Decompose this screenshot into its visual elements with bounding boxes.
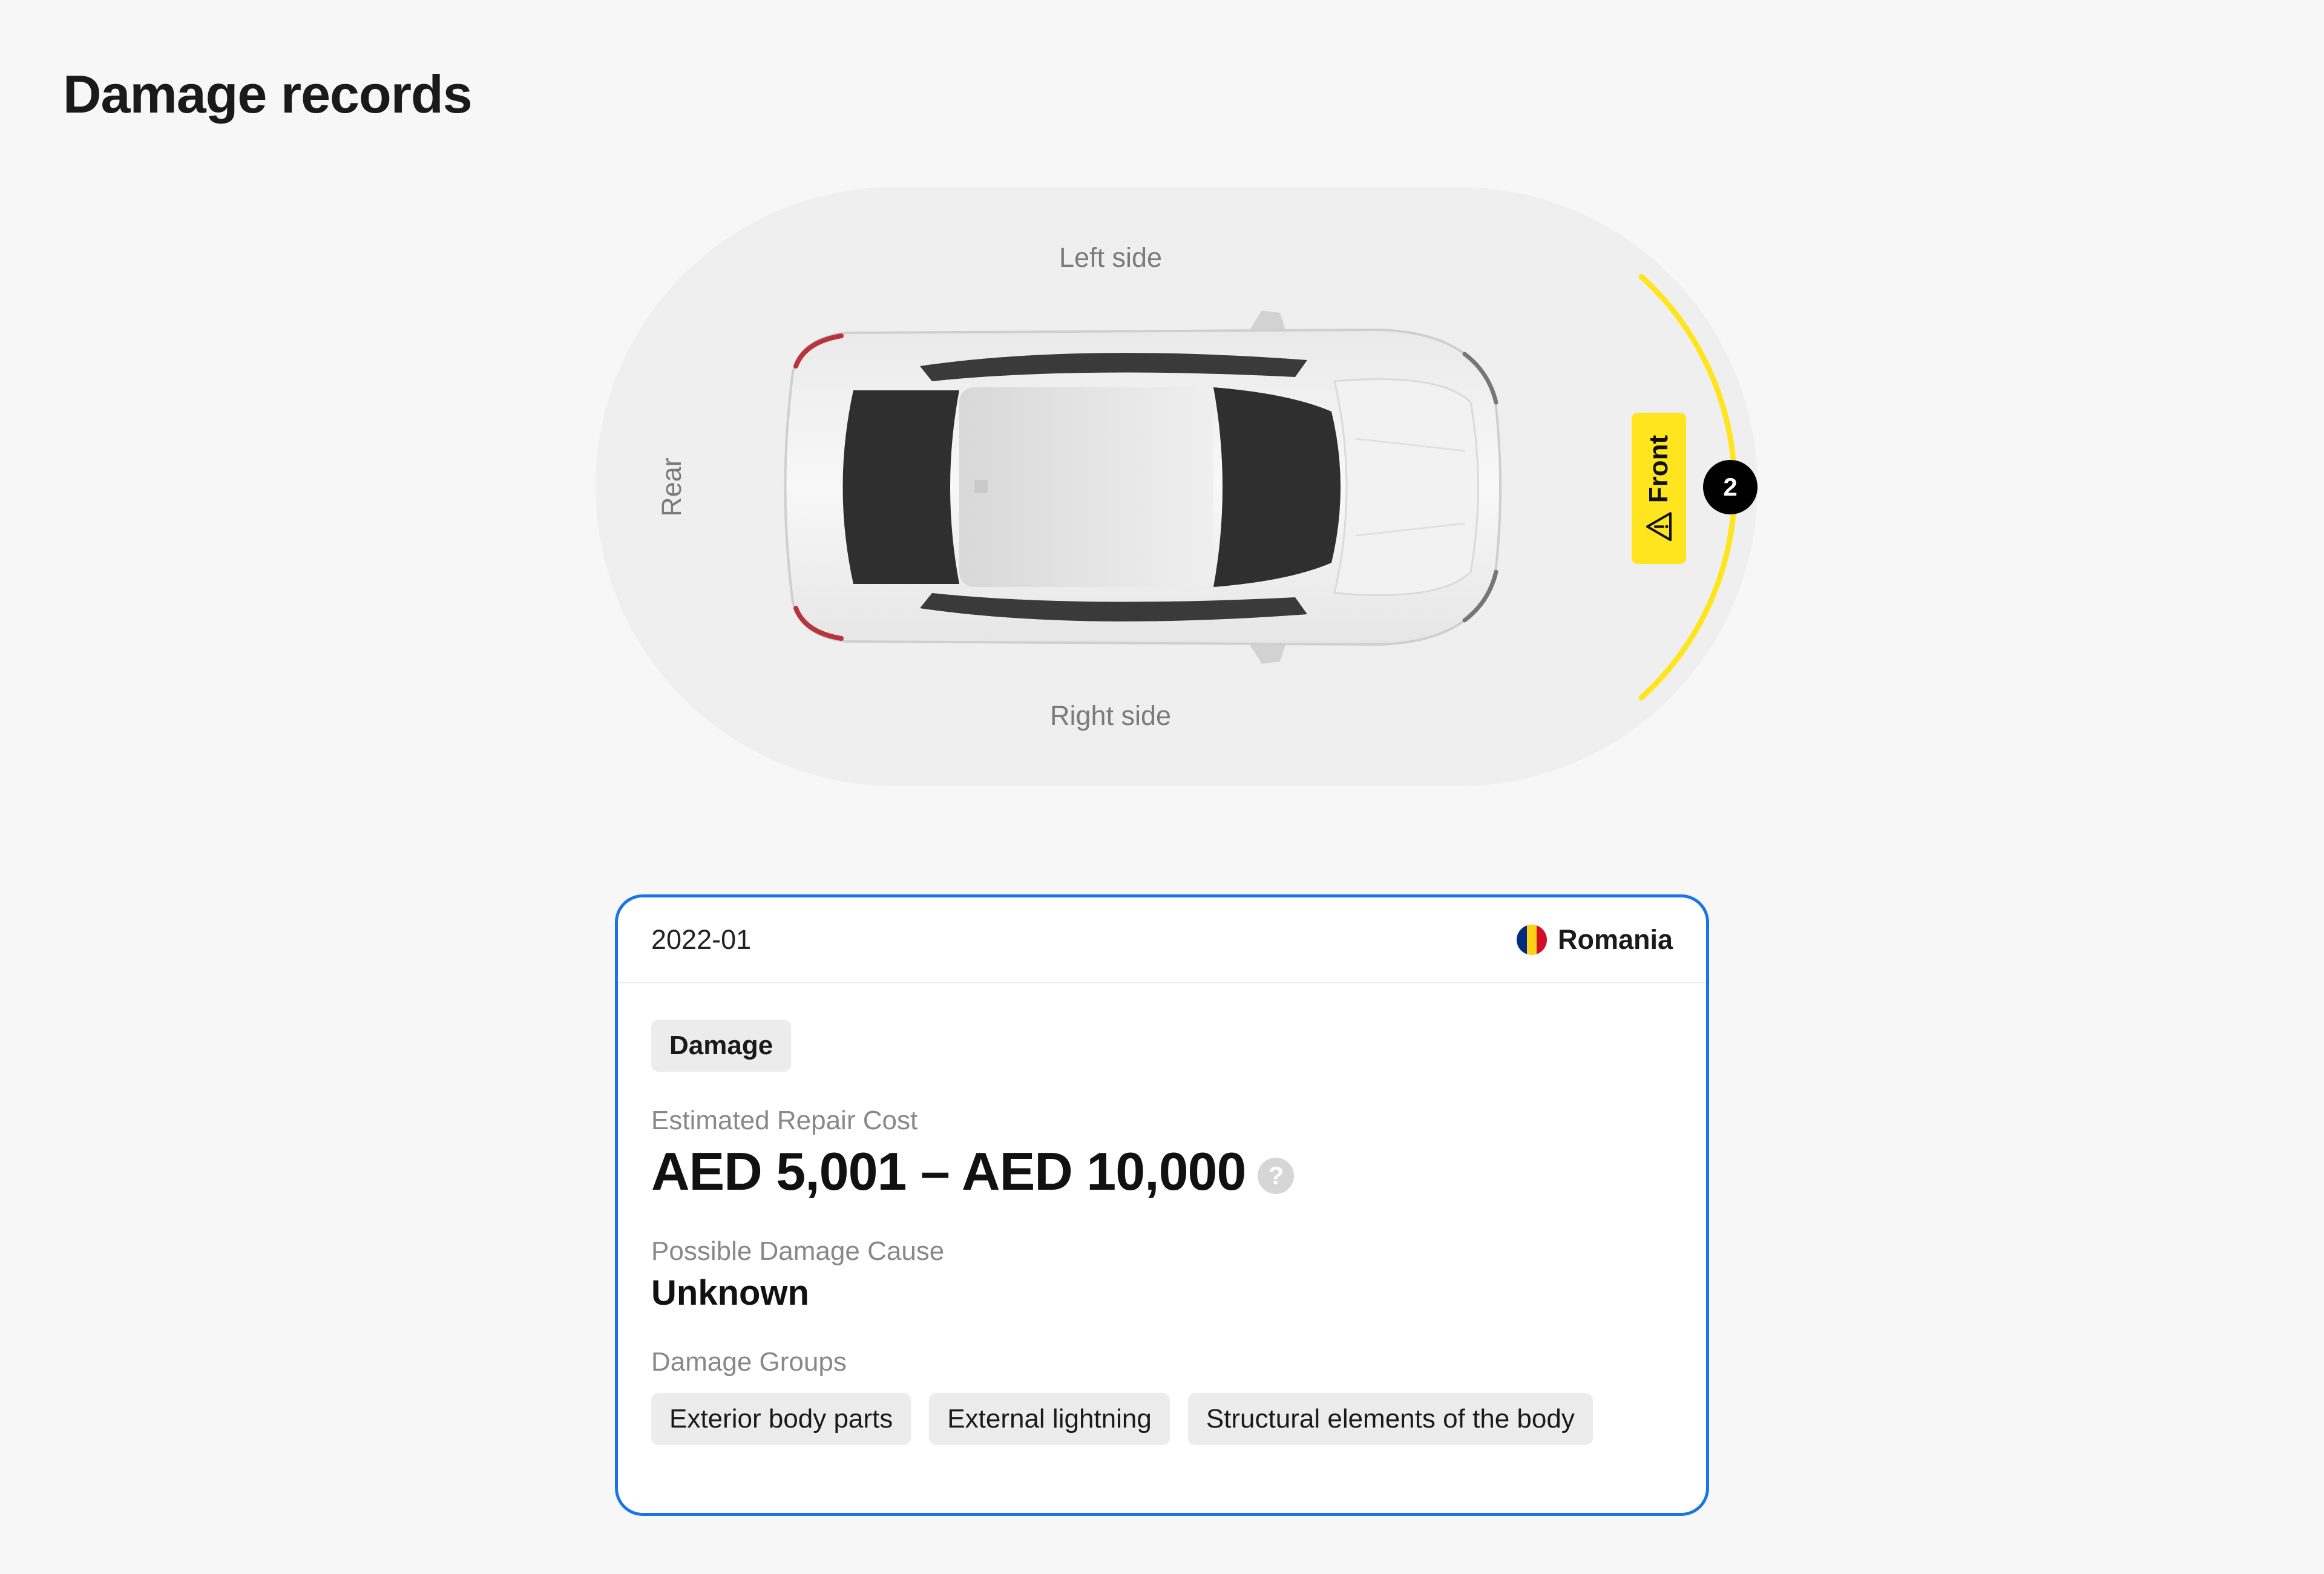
record-header: 2022-01 Romania: [618, 897, 1706, 983]
record-country: Romania: [1516, 924, 1673, 956]
country-name: Romania: [1557, 924, 1673, 955]
damage-cause-label: Possible Damage Cause: [651, 1236, 945, 1266]
repair-cost-label: Estimated Repair Cost: [651, 1106, 918, 1135]
damage-records-page: Damage records Left side Right side Rear…: [0, 0, 2324, 1574]
hood: [1333, 378, 1479, 596]
record-type-badge: Damage: [651, 1020, 792, 1072]
repair-cost-row: AED 5,001 – AED 10,000 ?: [651, 1141, 1673, 1202]
damage-groups-label: Damage Groups: [651, 1347, 847, 1377]
damage-groups-list: Exterior body parts External lightning S…: [651, 1393, 1673, 1445]
damage-group-chip: Exterior body parts: [651, 1393, 911, 1445]
record-date: 2022-01: [651, 924, 752, 955]
windshield: [1213, 387, 1341, 587]
romania-flag-icon: [1516, 925, 1547, 955]
rear-window: [842, 390, 959, 584]
help-icon[interactable]: ?: [1258, 1158, 1295, 1194]
car-top-view: [784, 310, 1502, 664]
page-title: Damage records: [63, 64, 473, 124]
front-zone-label: Front: [1644, 434, 1673, 503]
damage-group-chip: Structural elements of the body: [1187, 1393, 1593, 1445]
diagram-stage: [596, 187, 1758, 786]
damage-group-chip: External lightning: [929, 1393, 1170, 1445]
roof: [959, 387, 1213, 587]
vehicle-damage-diagram: Left side Right side Rear Front 2: [593, 185, 1767, 790]
damage-record-card[interactable]: 2022-01 Romania Damage Estimated Repair …: [615, 894, 1709, 1516]
damage-count-badge[interactable]: 2: [1703, 460, 1758, 514]
front-zone-tag[interactable]: Front: [1632, 413, 1686, 564]
rear-label: Rear: [656, 457, 687, 517]
damage-cause-value: Unknown: [651, 1273, 809, 1313]
warning-icon: [1645, 511, 1673, 542]
right-side-label: Right side: [1049, 700, 1172, 731]
left-side-label: Left side: [1059, 242, 1163, 273]
repair-cost-value: AED 5,001 – AED 10,000: [651, 1141, 1246, 1201]
record-body: Damage Estimated Repair Cost AED 5,001 –…: [618, 983, 1706, 1445]
